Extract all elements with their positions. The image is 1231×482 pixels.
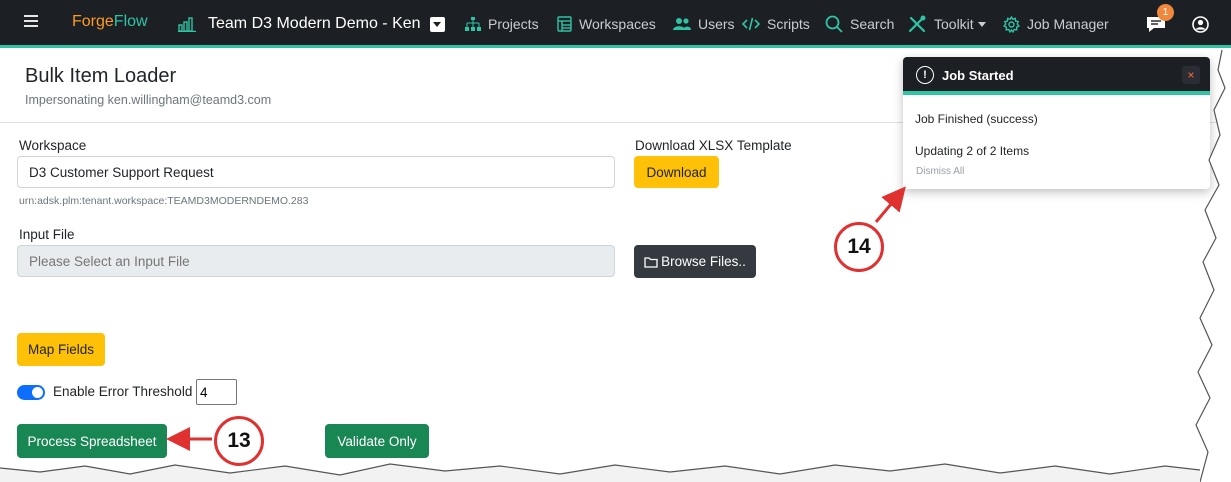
nav-search-label: Search xyxy=(850,16,895,32)
code-icon xyxy=(742,17,760,31)
nav-toolkit-label: Toolkit xyxy=(934,16,974,32)
page-title: Bulk Item Loader xyxy=(25,65,177,87)
folder-icon xyxy=(644,256,658,268)
nav-users-label: Users xyxy=(698,16,735,32)
nav-scripts-label: Scripts xyxy=(767,16,810,32)
brand-part-2: Flow xyxy=(113,13,148,30)
tools-icon xyxy=(907,15,927,33)
download-button[interactable]: Download xyxy=(634,156,719,188)
input-file-label: Input File xyxy=(19,227,75,242)
input-file-field[interactable] xyxy=(17,245,615,277)
notifications-button[interactable]: 1 xyxy=(1145,0,1174,48)
error-threshold-toggle[interactable] xyxy=(17,385,45,400)
sitemap-icon xyxy=(465,17,481,31)
top-navbar: ForgeFlow Team D3 Modern Demo - Ken Proj… xyxy=(0,0,1231,48)
nav-projects[interactable]: Projects xyxy=(465,0,539,48)
users-icon xyxy=(673,17,691,31)
workspace-label: Workspace xyxy=(19,138,87,153)
error-threshold-label: Enable Error Threshold xyxy=(53,384,193,399)
notification-badge: 1 xyxy=(1157,4,1174,21)
callout-13: 13 xyxy=(214,416,264,466)
gear-icon xyxy=(1003,15,1020,33)
brand-logo[interactable]: ForgeFlow xyxy=(72,13,148,31)
browse-files-label: Browse Files.. xyxy=(661,254,746,269)
nav-workspaces-label: Workspaces xyxy=(579,16,656,32)
nav-users[interactable]: Users xyxy=(673,0,735,48)
toast-progress: Updating 2 of 2 Items xyxy=(915,144,1030,158)
map-fields-button[interactable]: Map Fields xyxy=(17,333,105,366)
nav-job-manager[interactable]: Job Manager xyxy=(1003,0,1109,48)
browse-files-button[interactable]: Browse Files.. xyxy=(634,245,756,278)
nav-projects-label: Projects xyxy=(488,16,539,32)
brand-part-1: Forge xyxy=(72,13,114,30)
chart-icon xyxy=(178,0,196,48)
template-label: Download XLSX Template xyxy=(635,138,792,153)
nav-scripts[interactable]: Scripts xyxy=(742,0,810,48)
alert-icon: ! xyxy=(916,66,934,84)
toast-status: Job Finished (success) xyxy=(915,112,1038,126)
user-icon xyxy=(1192,15,1209,33)
toast-header: ! Job Started × xyxy=(903,57,1210,95)
validate-only-button[interactable]: Validate Only xyxy=(325,424,429,458)
nav-search[interactable]: Search xyxy=(825,0,894,48)
team-name[interactable]: Team D3 Modern Demo - Ken xyxy=(208,0,421,48)
list-icon xyxy=(557,16,572,32)
error-threshold-input[interactable] xyxy=(196,379,237,405)
toast-title: Job Started xyxy=(942,68,1014,83)
close-icon[interactable]: × xyxy=(1182,66,1200,84)
nav-job-manager-label: Job Manager xyxy=(1027,16,1109,32)
menu-icon[interactable] xyxy=(24,15,38,27)
workspace-input[interactable] xyxy=(17,156,615,188)
user-menu-button[interactable] xyxy=(1192,0,1209,48)
chevron-down-icon xyxy=(977,21,986,27)
dismiss-all-link[interactable]: Dismiss All xyxy=(916,166,964,177)
search-icon xyxy=(825,15,843,33)
impersonating-text: Impersonating ken.willingham@teamd3.com xyxy=(25,93,272,107)
team-dropdown[interactable] xyxy=(430,0,445,48)
job-started-toast: ! Job Started × Job Finished (success) U… xyxy=(903,57,1210,189)
process-spreadsheet-button[interactable]: Process Spreadsheet xyxy=(17,424,167,458)
workspace-urn: urn:adsk.plm:tenant.workspace:TEAMD3MODE… xyxy=(19,195,309,207)
nav-toolkit[interactable]: Toolkit xyxy=(907,0,986,48)
nav-workspaces[interactable]: Workspaces xyxy=(557,0,656,48)
dropdown-icon xyxy=(430,16,445,32)
callout-14: 14 xyxy=(834,222,884,272)
